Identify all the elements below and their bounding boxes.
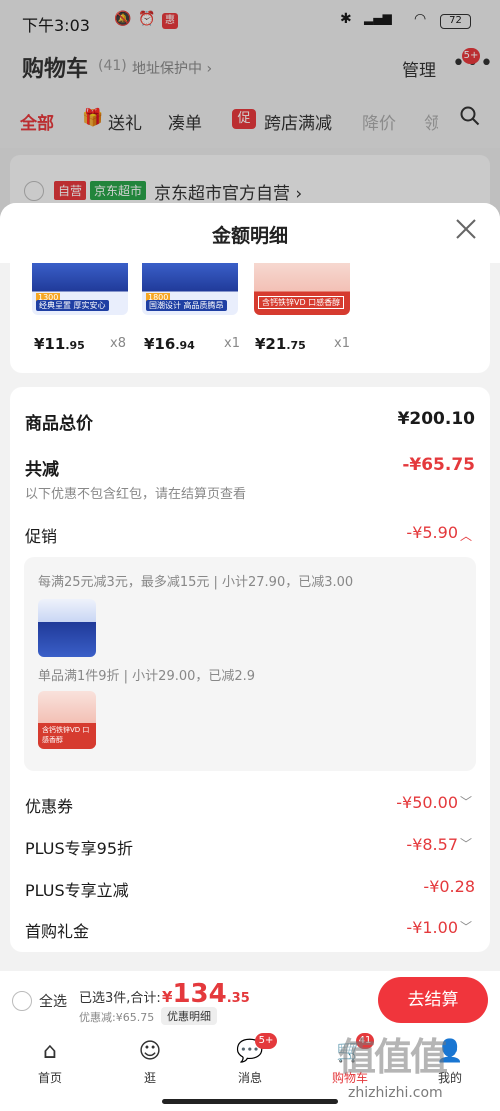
- promo-product-thumbnail[interactable]: [38, 599, 96, 657]
- promo-rule: 单品满1件9折 | 小计29.00，已减2.9: [38, 669, 256, 684]
- product-qty: x1: [224, 336, 240, 351]
- chevron-down-icon[interactable]: ﹀: [460, 793, 472, 810]
- promo-detail-box: 每满25元减3元，最多减15元 | 小计27.90，已减3.00 单品满1件9折…: [24, 557, 476, 771]
- product-thumb-tag: 含钙铁锌VD 口感香醇: [258, 296, 345, 309]
- total-label: 商品总价: [25, 414, 93, 434]
- promo-label: 促销: [25, 527, 58, 546]
- selected-summary: 已选3件,合计:: [79, 991, 161, 1006]
- discover-icon: ☺: [138, 1039, 162, 1064]
- product-price: ¥11.95: [34, 335, 85, 353]
- amount-breakdown: 商品总价 ¥200.10 共减 -¥65.75 以下优惠不包含红包，请在结算页查…: [10, 387, 490, 952]
- first-buy-label: 首购礼金: [25, 922, 90, 941]
- close-icon[interactable]: [454, 217, 478, 247]
- plus95-label: PLUS专享95折: [25, 839, 133, 858]
- plus95-value[interactable]: -¥8.57: [260, 835, 458, 854]
- home-indicator[interactable]: [162, 1099, 338, 1104]
- total-value: ¥200.10: [397, 409, 475, 429]
- reduce-value: -¥65.75: [402, 455, 475, 475]
- plus-instant-value: -¥0.28: [423, 877, 475, 896]
- nav-label: 消息: [237, 1071, 262, 1085]
- reduce-hint: 以下优惠不包含红包，请在结算页查看: [25, 487, 247, 502]
- nav-label: 首页: [37, 1071, 62, 1085]
- total-amount: ¥134.35: [162, 979, 250, 1009]
- chevron-up-icon[interactable]: ︿: [460, 527, 472, 544]
- message-badge: 5+: [255, 1033, 277, 1049]
- discount-detail-button[interactable]: 优惠明细: [161, 1007, 217, 1025]
- nav-home[interactable]: ⌂ 首页: [15, 1037, 85, 1086]
- sheet-title: 金额明细: [211, 225, 288, 247]
- coupon-label: 优惠券: [25, 797, 74, 816]
- product-strip: 1300 经典呈置 厚实安心 1800 国潮设计 高品质腾昂 含钙铁锌VD 口感…: [10, 263, 490, 373]
- plus-instant-label: PLUS专享立减: [25, 881, 129, 900]
- reduce-label: 共减: [25, 460, 59, 480]
- product-qty: x1: [334, 336, 350, 351]
- product-thumbnail[interactable]: 含钙铁锌VD 口感香醇: [254, 263, 350, 315]
- coupon-value[interactable]: -¥50.00: [260, 793, 458, 812]
- checkout-bar: 全选 已选3件,合计: ¥134.35 优惠减:¥65.75 优惠明细 去结算: [0, 971, 500, 1031]
- select-all-label[interactable]: 全选: [39, 991, 67, 1011]
- watermark-logo: 值值值: [338, 1035, 448, 1079]
- product-thumbnail[interactable]: 1800 国潮设计 高品质腾昂: [142, 263, 238, 315]
- product-price: ¥16.94: [144, 335, 195, 353]
- chevron-down-icon[interactable]: ﹀: [460, 835, 472, 852]
- chevron-down-icon[interactable]: ﹀: [460, 918, 472, 935]
- promo-product-thumbnail[interactable]: 含钙铁锌VD 口感香醇: [38, 691, 96, 749]
- promo-thumb-tag: 含钙铁锌VD 口感香醇: [40, 725, 96, 745]
- select-all-checkbox[interactable]: [12, 991, 32, 1011]
- first-buy-value[interactable]: -¥1.00: [260, 918, 458, 937]
- promo-rule: 每满25元减3元，最多减15元 | 小计27.90，已减3.00: [38, 575, 354, 590]
- amount-detail-sheet: 金额明细 1300 经典呈置 厚实安心 1800 国潮设计 高品质腾昂 含钙铁锌…: [0, 203, 500, 971]
- home-icon: ⌂: [43, 1039, 57, 1064]
- nav-label: 逛: [143, 1071, 156, 1085]
- product-thumb-tag: 国潮设计 高品质腾昂: [146, 300, 227, 311]
- product-price: ¥21.75: [255, 335, 306, 353]
- checkout-button[interactable]: 去结算: [378, 977, 488, 1023]
- product-qty: x8: [110, 336, 126, 351]
- product-thumbnail[interactable]: 1300 经典呈置 厚实安心: [32, 263, 128, 315]
- discount-summary: 优惠减:¥65.75: [79, 1011, 155, 1024]
- promo-value[interactable]: -¥5.90: [260, 523, 458, 542]
- nav-discover[interactable]: ☺ 逛: [115, 1037, 185, 1086]
- watermark-url: zhizhizhi.com: [348, 1085, 443, 1101]
- product-thumb-tag: 经典呈置 厚实安心: [36, 300, 109, 311]
